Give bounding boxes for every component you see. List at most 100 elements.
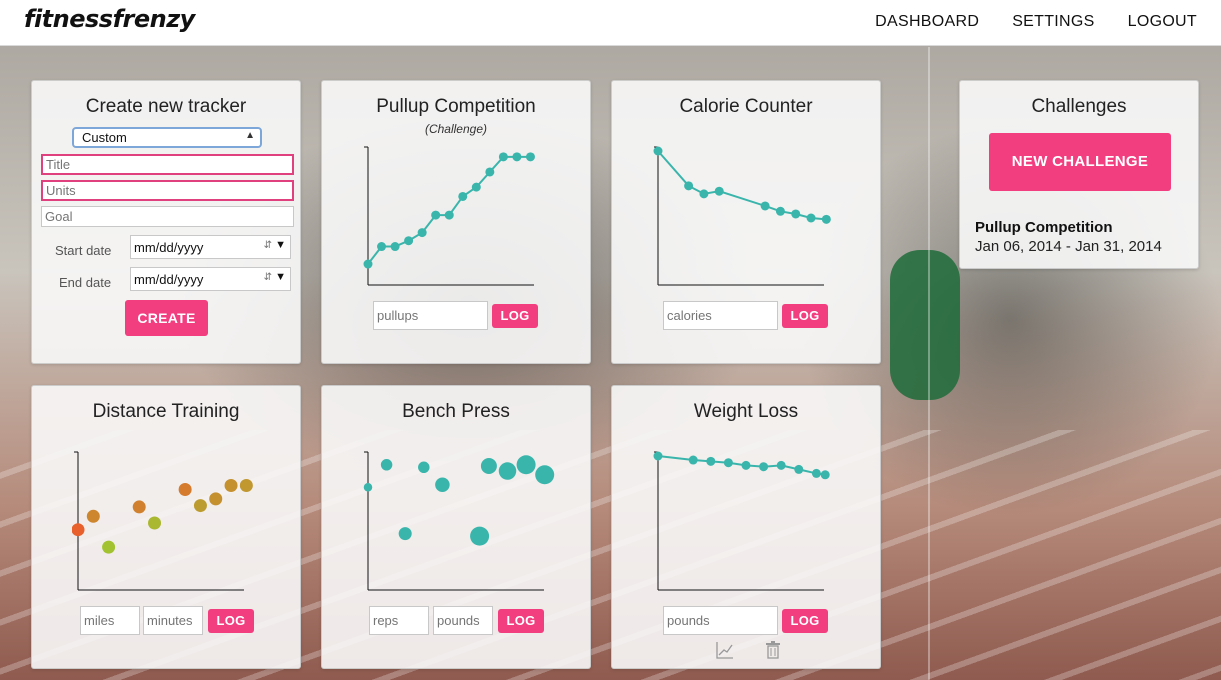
distance-card: Distance Training LOG [31, 385, 301, 669]
data-point [444, 210, 454, 220]
data-point [699, 189, 709, 199]
challenge-item-name[interactable]: Pullup Competition [975, 219, 1112, 236]
end-date-value: mm/dd/yyyy [134, 272, 204, 287]
data-point [193, 499, 207, 513]
data-point [377, 242, 387, 252]
data-point [404, 236, 414, 246]
data-point [821, 214, 831, 224]
data-point [224, 478, 238, 492]
trash-icon[interactable] [765, 641, 781, 659]
data-point [794, 464, 804, 474]
bench-title: Bench Press [402, 401, 510, 422]
start-date-value: mm/dd/yyyy [134, 240, 204, 255]
pounds-input[interactable] [433, 606, 493, 635]
data-point [471, 182, 481, 192]
data-point [498, 152, 508, 162]
calorie-log-button[interactable]: LOG [782, 304, 828, 328]
create-button[interactable]: CREATE [125, 300, 208, 336]
reps-input[interactable] [369, 606, 429, 635]
nav-dashboard[interactable]: DASHBOARD [875, 13, 979, 31]
data-point [485, 167, 495, 177]
tracker-type-select[interactable]: Custom ▲ [72, 127, 262, 148]
logo[interactable]: fitnessfrenzy [24, 5, 195, 33]
end-date-label: End date [59, 275, 112, 290]
chart-icon[interactable] [716, 641, 734, 659]
data-point [398, 527, 412, 541]
data-point [706, 456, 716, 466]
data-point [86, 509, 100, 523]
pullup-title: Pullup Competition [376, 96, 536, 117]
data-point [653, 451, 663, 461]
data-point [512, 152, 522, 162]
calorie-card: Calorie Counter LOG [611, 80, 881, 364]
start-date-input[interactable]: mm/dd/yyyy ⇵ ▼ [130, 235, 291, 259]
data-point [811, 468, 821, 478]
pullup-subtitle: (Challenge) [424, 122, 488, 136]
challenges-title: Challenges [1031, 96, 1127, 117]
data-point [72, 523, 85, 537]
data-point [363, 483, 373, 492]
data-point [653, 146, 663, 156]
data-point [470, 526, 490, 546]
data-point [759, 462, 769, 472]
data-point [516, 455, 536, 475]
calories-input[interactable] [663, 301, 778, 330]
distance-log-button[interactable]: LOG [208, 609, 254, 633]
challenges-card: Challenges NEW CHALLENGE Pullup Competit… [959, 80, 1199, 269]
pullup-chart [363, 146, 535, 286]
weight-pounds-input[interactable] [663, 606, 778, 635]
spinner-icon[interactable]: ⇵ [264, 272, 272, 283]
new-challenge-button[interactable]: NEW CHALLENGE [989, 133, 1171, 191]
data-point [480, 458, 497, 475]
create-tracker-card: Create new tracker Custom ▲ Start date m… [31, 80, 301, 364]
data-point [525, 152, 535, 162]
title-input[interactable] [41, 154, 294, 175]
data-point [688, 455, 698, 465]
data-point [418, 461, 430, 474]
units-input[interactable] [41, 180, 294, 201]
nav-logout[interactable]: LOGOUT [1128, 13, 1197, 31]
pullup-log-button[interactable]: LOG [492, 304, 538, 328]
weight-title: Weight Loss [693, 401, 799, 422]
top-navbar: fitnessfrenzy DASHBOARD SETTINGS LOGOUT [0, 0, 1221, 46]
dropdown-arrow-icon[interactable]: ▼ [275, 239, 286, 251]
series-line [657, 150, 827, 221]
start-date-label: Start date [55, 243, 112, 258]
data-point [148, 516, 162, 530]
pullups-input[interactable] [373, 301, 488, 330]
spinner-icon[interactable]: ⇵ [264, 240, 272, 251]
data-point [239, 478, 253, 492]
data-point [435, 477, 450, 493]
distance-chart [72, 451, 253, 591]
nav-settings[interactable]: SETTINGS [1012, 13, 1094, 31]
minutes-input[interactable] [143, 606, 203, 635]
data-point [723, 458, 733, 468]
background-runner [890, 250, 960, 400]
data-point [390, 242, 400, 252]
calorie-title: Calorie Counter [679, 96, 813, 117]
miles-input[interactable] [80, 606, 140, 635]
challenge-item-dates: Jan 06, 2014 - Jan 31, 2014 [975, 238, 1162, 255]
bench-log-button[interactable]: LOG [498, 609, 544, 633]
data-point [132, 500, 146, 514]
data-point [714, 186, 724, 196]
data-point [363, 259, 373, 269]
data-point [776, 460, 786, 470]
goal-input[interactable] [41, 206, 294, 227]
data-point [417, 228, 427, 238]
dropdown-arrow-icon[interactable]: ▼ [275, 271, 286, 283]
end-date-input[interactable]: mm/dd/yyyy ⇵ ▼ [130, 267, 291, 291]
calorie-chart [653, 146, 831, 286]
data-point [684, 181, 694, 191]
data-point [380, 459, 393, 471]
data-point [741, 460, 751, 470]
distance-title: Distance Training [92, 401, 240, 422]
data-point [775, 206, 785, 216]
weight-log-button[interactable]: LOG [782, 609, 828, 633]
select-arrows-icon: ▲ [245, 130, 255, 141]
data-point [102, 540, 116, 554]
data-point [458, 191, 468, 201]
bench-chart [363, 451, 555, 591]
nav-links: DASHBOARD SETTINGS LOGOUT [875, 13, 1197, 31]
background-divider [928, 47, 930, 680]
